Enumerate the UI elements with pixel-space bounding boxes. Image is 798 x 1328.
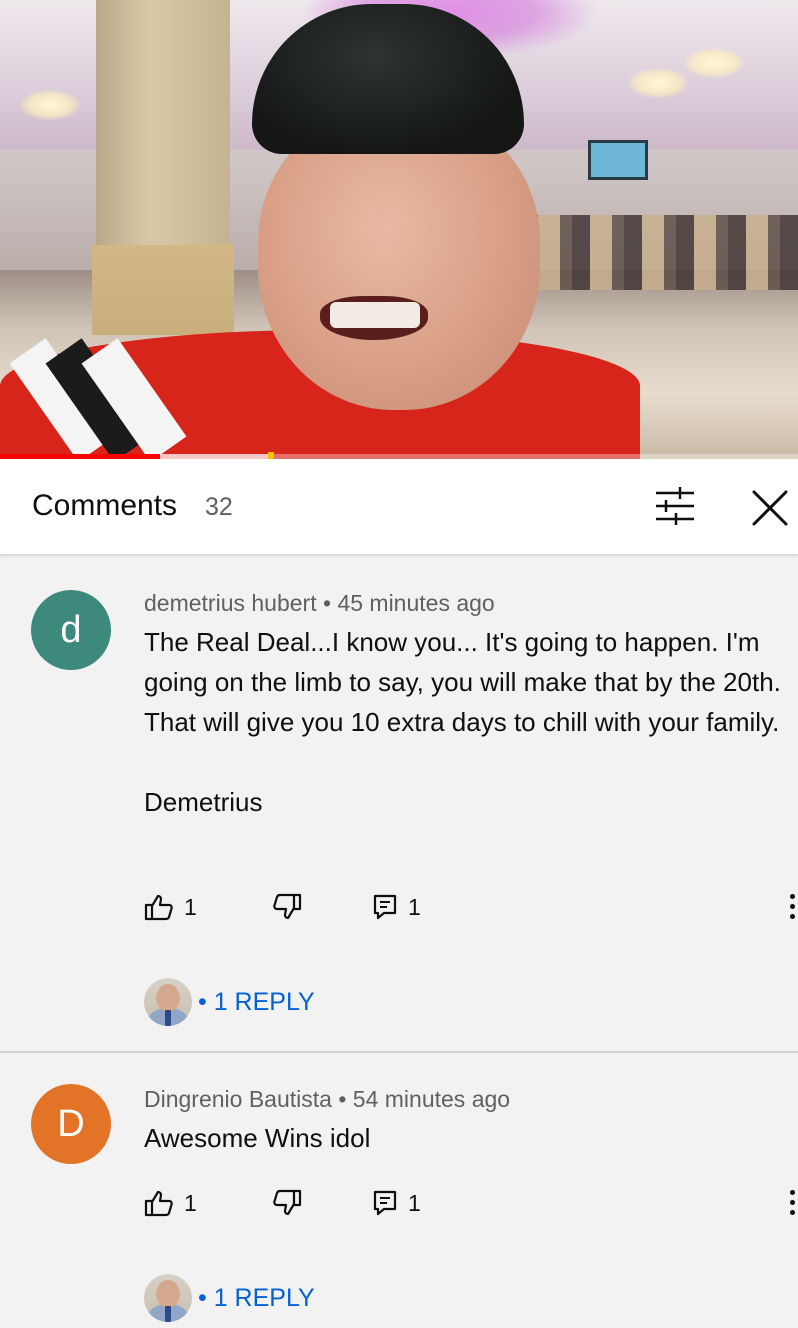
video-chandelier [20, 90, 80, 120]
video-tv-screen [588, 140, 648, 180]
comment-icon [373, 894, 397, 920]
close-icon [752, 490, 788, 526]
view-replies-button[interactable]: • 1 REPLY [144, 978, 315, 1026]
avatar[interactable]: d [31, 590, 111, 670]
comment-text: The Real Deal...I know you... It's going… [144, 627, 781, 737]
comment-meta: Dingrenio Bautista • 54 minutes ago [144, 1086, 510, 1113]
comments-header: Comments 32 [0, 459, 798, 555]
sliders-icon [656, 487, 694, 525]
reply-author-avatar [144, 1274, 192, 1322]
video-casino-tables [520, 215, 798, 290]
like-button[interactable]: 1 [144, 892, 197, 922]
like-count: 1 [184, 1189, 197, 1216]
comment-body: Awesome Wins idol [144, 1118, 784, 1158]
reply-count-label: • 1 REPLY [198, 987, 315, 1016]
more-options-button[interactable] [786, 892, 798, 922]
thumbs-up-icon [144, 1190, 173, 1217]
comment-paragraph-gap [144, 742, 784, 782]
thumbs-down-icon [273, 1189, 302, 1216]
video-pillar-base [92, 245, 234, 335]
comment-author[interactable]: Dingrenio Bautista [144, 1086, 332, 1112]
reply-button[interactable]: 1 [372, 1188, 421, 1218]
more-vert-icon [786, 1190, 798, 1215]
like-button[interactable]: 1 [144, 1188, 197, 1218]
like-count: 1 [184, 893, 197, 920]
thumbs-up-icon [144, 894, 173, 921]
reply-author-avatar [144, 978, 192, 1026]
comment-icon [373, 1190, 397, 1216]
comments-count: 32 [205, 493, 233, 521]
reply-count-label: • 1 REPLY [198, 1283, 315, 1312]
video-player[interactable] [0, 0, 798, 459]
video-chandelier [684, 48, 744, 78]
comment-body: The Real Deal...I know you... It's going… [144, 622, 784, 822]
dislike-button[interactable] [272, 892, 302, 922]
sort-filter-button[interactable] [650, 483, 700, 529]
comment-time: 45 minutes ago [337, 590, 495, 616]
comment-reply-count: 1 [408, 893, 421, 920]
comment-divider [0, 1051, 798, 1053]
more-vert-icon [786, 894, 798, 919]
comment-reply-count: 1 [408, 1189, 421, 1216]
comments-title: Comments [32, 489, 178, 522]
close-comments-button[interactable] [745, 483, 795, 533]
video-person-teeth [330, 302, 420, 328]
meta-separator: • [338, 1086, 347, 1112]
thumbs-down-icon [273, 893, 302, 920]
video-person-face [258, 110, 540, 410]
comment-actions: 1 1 [144, 1188, 798, 1218]
comment-text: Demetrius [144, 787, 263, 817]
meta-separator: • [322, 590, 332, 616]
reply-button[interactable]: 1 [372, 892, 421, 922]
comment-text: Awesome Wins idol [144, 1123, 371, 1153]
comment-time: 54 minutes ago [352, 1086, 511, 1112]
view-replies-button[interactable]: • 1 REPLY [144, 1274, 315, 1322]
video-chandelier [628, 68, 688, 98]
avatar[interactable]: D [31, 1084, 111, 1164]
comment-actions: 1 1 [144, 892, 798, 922]
video-progress-marker [268, 452, 274, 459]
comment-author[interactable]: demetrius hubert [144, 590, 317, 616]
dislike-button[interactable] [272, 1188, 302, 1218]
more-options-button[interactable] [786, 1188, 798, 1218]
comment-meta: demetrius hubert • 45 minutes ago [144, 590, 495, 617]
